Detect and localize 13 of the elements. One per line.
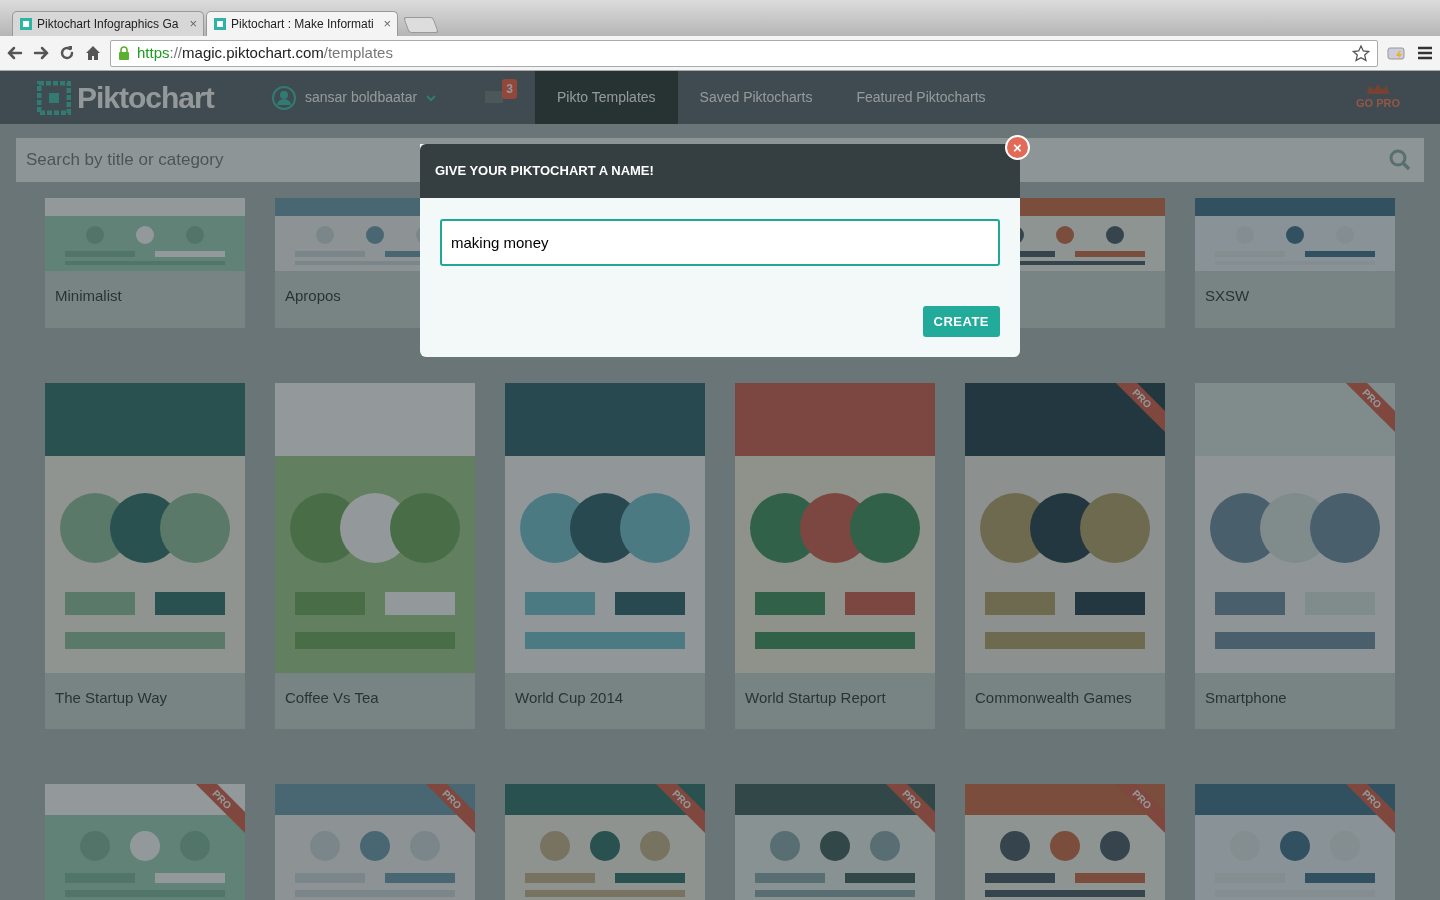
template-title: Smartphone (1204, 687, 1288, 708)
tab-title: Piktochart : Make Informati (231, 16, 375, 33)
tab-title: Piktochart Infographics Ga (37, 16, 180, 33)
template-title: The Startup Way (54, 687, 168, 708)
logo-text: Piktochart (77, 80, 214, 116)
template-title: SXSW (1204, 286, 1251, 306)
template-title: Minimalist (54, 286, 123, 306)
template-title: Coffee Vs Tea (284, 687, 380, 708)
template-title: World Startup Report (744, 687, 887, 708)
template-title: Apropos (284, 286, 342, 306)
notification-count: 3 (502, 78, 517, 99)
template-title: Commonwealth Games (974, 687, 1133, 708)
template-title: World Cup 2014 (514, 687, 625, 708)
